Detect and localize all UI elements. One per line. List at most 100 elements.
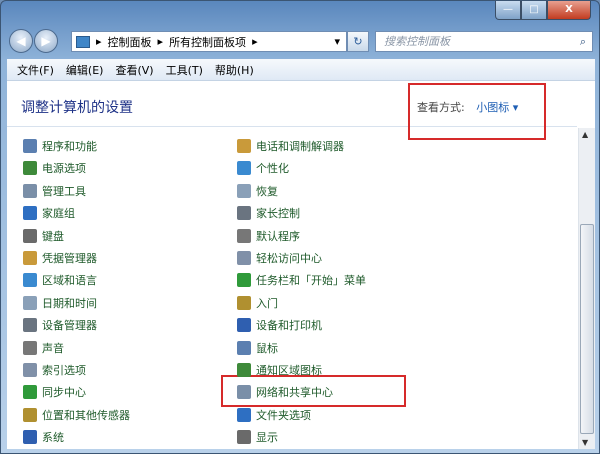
item-label: 轻松访问中心 bbox=[256, 252, 322, 265]
item-icon bbox=[23, 161, 37, 176]
control-panel-item[interactable]: 索引选项 bbox=[23, 361, 86, 379]
item-icon bbox=[237, 206, 251, 221]
item-icon bbox=[237, 430, 251, 445]
breadcrumb-all-items[interactable]: 所有控制面板项 bbox=[169, 34, 246, 50]
item-icon bbox=[237, 340, 251, 355]
item-label: 凭据管理器 bbox=[42, 252, 97, 265]
minimize-button[interactable]: — bbox=[495, 1, 521, 20]
control-panel-item[interactable]: 电源选项 bbox=[23, 159, 86, 177]
item-icon bbox=[237, 228, 251, 243]
control-panel-item[interactable]: 恢复 bbox=[237, 182, 278, 200]
control-panel-item[interactable]: 轻松访问中心 bbox=[237, 249, 322, 267]
control-panel-item[interactable]: 通知区域图标 bbox=[237, 361, 322, 379]
search-icon[interactable]: ⌕ bbox=[580, 32, 586, 51]
item-label: 键盘 bbox=[42, 229, 64, 243]
menu-file[interactable]: 文件(F) bbox=[17, 62, 54, 78]
control-panel-item[interactable]: 设备管理器 bbox=[23, 316, 97, 334]
item-label: 家长控制 bbox=[256, 207, 300, 221]
search-input[interactable]: 搜索控制面板 ⌕ bbox=[375, 31, 593, 52]
item-icon bbox=[237, 251, 251, 265]
control-panel-item[interactable]: 管理工具 bbox=[23, 182, 86, 200]
content-pane: 调整计算机的设置 查看方式: 小图标 ▾ ▲ ▼ 程序和功能 电源选项 管理工具 家庭… bbox=[7, 81, 595, 449]
item-label: 设备管理器 bbox=[42, 319, 97, 333]
item-icon bbox=[237, 318, 251, 333]
item-icon bbox=[23, 206, 37, 221]
item-label: 鼠标 bbox=[256, 341, 278, 355]
address-bar[interactable]: ▸ 控制面板 ▸ 所有控制面板项 ▸ ▾ bbox=[71, 31, 347, 52]
item-icon bbox=[237, 161, 251, 176]
control-panel-item[interactable]: 显示 bbox=[237, 428, 278, 446]
control-panel-window: — □ X ◀ ▶ ▸ 控制面板 ▸ 所有控制面板项 ▸ ▾ ↻ 搜索控制面板 … bbox=[0, 0, 600, 454]
item-icon bbox=[23, 183, 37, 198]
item-icon bbox=[237, 363, 251, 377]
item-icon bbox=[237, 183, 251, 198]
control-panel-item[interactable]: 区域和语言 bbox=[23, 271, 97, 289]
item-label: 位置和其他传感器 bbox=[42, 408, 130, 422]
item-label: 文件夹选项 bbox=[256, 408, 311, 422]
item-label: 网络和共享中心 bbox=[256, 386, 333, 400]
item-label: 默认程序 bbox=[256, 229, 300, 243]
control-panel-item[interactable]: 凭据管理器 bbox=[23, 249, 97, 267]
control-panel-item[interactable]: 位置和其他传感器 bbox=[23, 406, 130, 424]
scroll-thumb[interactable] bbox=[580, 224, 594, 434]
breadcrumb-control-panel[interactable]: 控制面板 bbox=[108, 34, 152, 50]
control-panel-item[interactable]: 日期和时间 bbox=[23, 294, 97, 312]
item-icon bbox=[237, 407, 251, 422]
item-label: 日期和时间 bbox=[42, 296, 97, 310]
item-icon bbox=[23, 139, 37, 153]
close-button[interactable]: X bbox=[547, 1, 591, 20]
back-button[interactable]: ◀ bbox=[9, 29, 33, 53]
item-icon bbox=[23, 407, 37, 422]
control-panel-item[interactable]: 个性化 bbox=[237, 159, 289, 177]
item-label: 区域和语言 bbox=[42, 274, 97, 288]
control-panel-item[interactable]: 家庭组 bbox=[23, 204, 75, 222]
breadcrumb-separator[interactable]: ▸ bbox=[252, 35, 258, 48]
menu-edit[interactable]: 编辑(E) bbox=[66, 62, 104, 78]
address-dropdown-icon[interactable]: ▾ bbox=[334, 35, 340, 48]
item-label: 入门 bbox=[256, 296, 278, 310]
control-panel-item[interactable]: 声音 bbox=[23, 339, 64, 357]
breadcrumb-separator: ▸ bbox=[157, 35, 164, 48]
breadcrumb-separator: ▸ bbox=[96, 35, 102, 48]
menu-view[interactable]: 查看(V) bbox=[115, 62, 153, 78]
control-panel-item[interactable]: 默认程序 bbox=[237, 227, 300, 245]
refresh-button[interactable]: ↻ bbox=[347, 31, 369, 52]
scroll-down-icon[interactable]: ▼ bbox=[582, 438, 588, 447]
control-panel-item[interactable]: 电话和调制解调器 bbox=[237, 137, 344, 155]
caption-buttons: — □ X bbox=[495, 1, 591, 20]
item-icon bbox=[23, 273, 37, 288]
item-icon bbox=[23, 295, 37, 310]
item-label: 系统 bbox=[42, 431, 64, 445]
control-panel-item[interactable]: 入门 bbox=[237, 294, 278, 312]
item-icon bbox=[23, 251, 37, 265]
item-label: 任务栏和「开始」菜单 bbox=[256, 274, 366, 288]
control-panel-item[interactable]: 家长控制 bbox=[237, 204, 300, 222]
scroll-up-icon[interactable]: ▲ bbox=[582, 130, 588, 139]
control-panel-item[interactable]: 设备和打印机 bbox=[237, 316, 322, 334]
control-panel-item[interactable]: 任务栏和「开始」菜单 bbox=[237, 271, 366, 289]
control-panel-item[interactable]: 键盘 bbox=[23, 227, 64, 245]
item-icon bbox=[23, 363, 37, 377]
item-label: 同步中心 bbox=[42, 386, 86, 400]
item-label: 显示 bbox=[256, 431, 278, 445]
menu-tools[interactable]: 工具(T) bbox=[166, 62, 203, 78]
control-panel-item[interactable]: 同步中心 bbox=[23, 383, 86, 401]
control-panel-item[interactable]: 程序和功能 bbox=[23, 137, 97, 155]
control-panel-item[interactable]: 文件夹选项 bbox=[237, 406, 311, 424]
item-icon bbox=[237, 295, 251, 310]
menu-help[interactable]: 帮助(H) bbox=[215, 62, 254, 78]
search-placeholder: 搜索控制面板 bbox=[384, 35, 450, 48]
maximize-button[interactable]: □ bbox=[521, 1, 547, 20]
item-icon bbox=[237, 273, 251, 288]
control-panel-icon bbox=[76, 35, 90, 48]
item-icon bbox=[23, 318, 37, 333]
control-panel-item[interactable]: 鼠标 bbox=[237, 339, 278, 357]
vertical-scrollbar[interactable]: ▲ ▼ bbox=[578, 128, 595, 449]
item-icon bbox=[237, 385, 251, 400]
item-icon bbox=[23, 340, 37, 355]
control-panel-item[interactable]: 网络和共享中心 bbox=[237, 383, 333, 401]
item-label: 设备和打印机 bbox=[256, 319, 322, 333]
forward-button[interactable]: ▶ bbox=[34, 29, 58, 53]
control-panel-item[interactable]: 系统 bbox=[23, 428, 64, 446]
item-icon bbox=[23, 430, 37, 445]
